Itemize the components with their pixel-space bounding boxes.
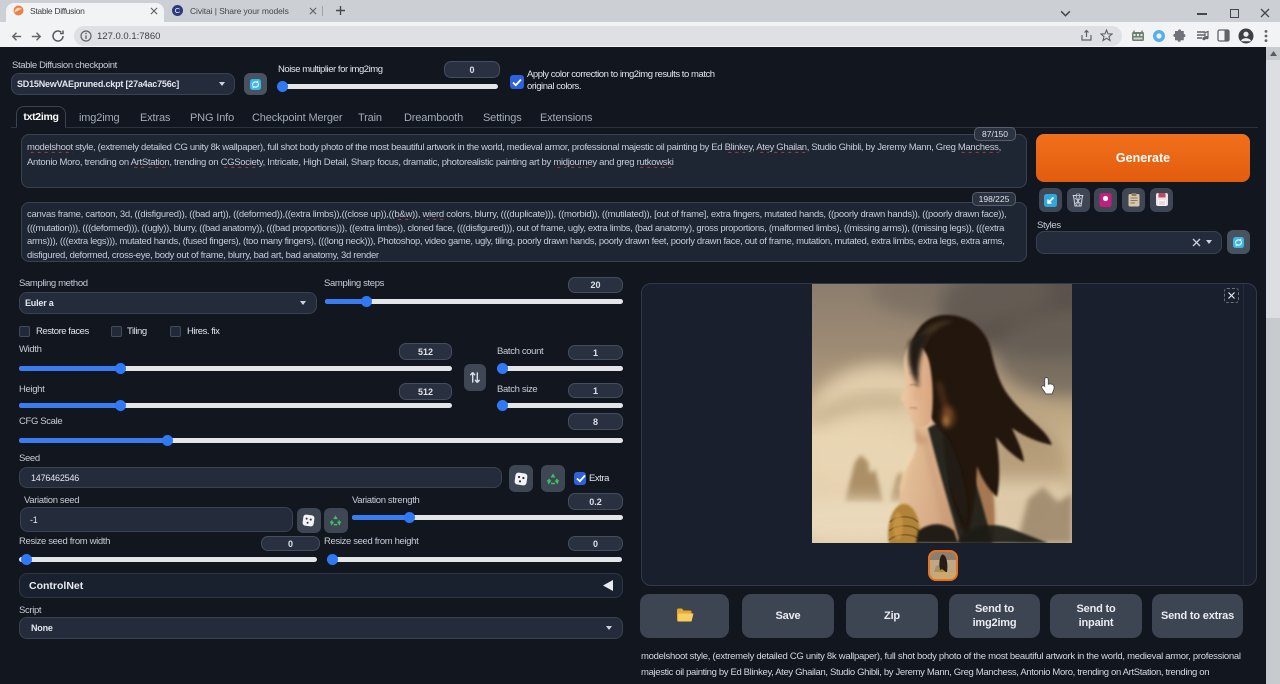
svg-text:C: C xyxy=(175,6,181,15)
